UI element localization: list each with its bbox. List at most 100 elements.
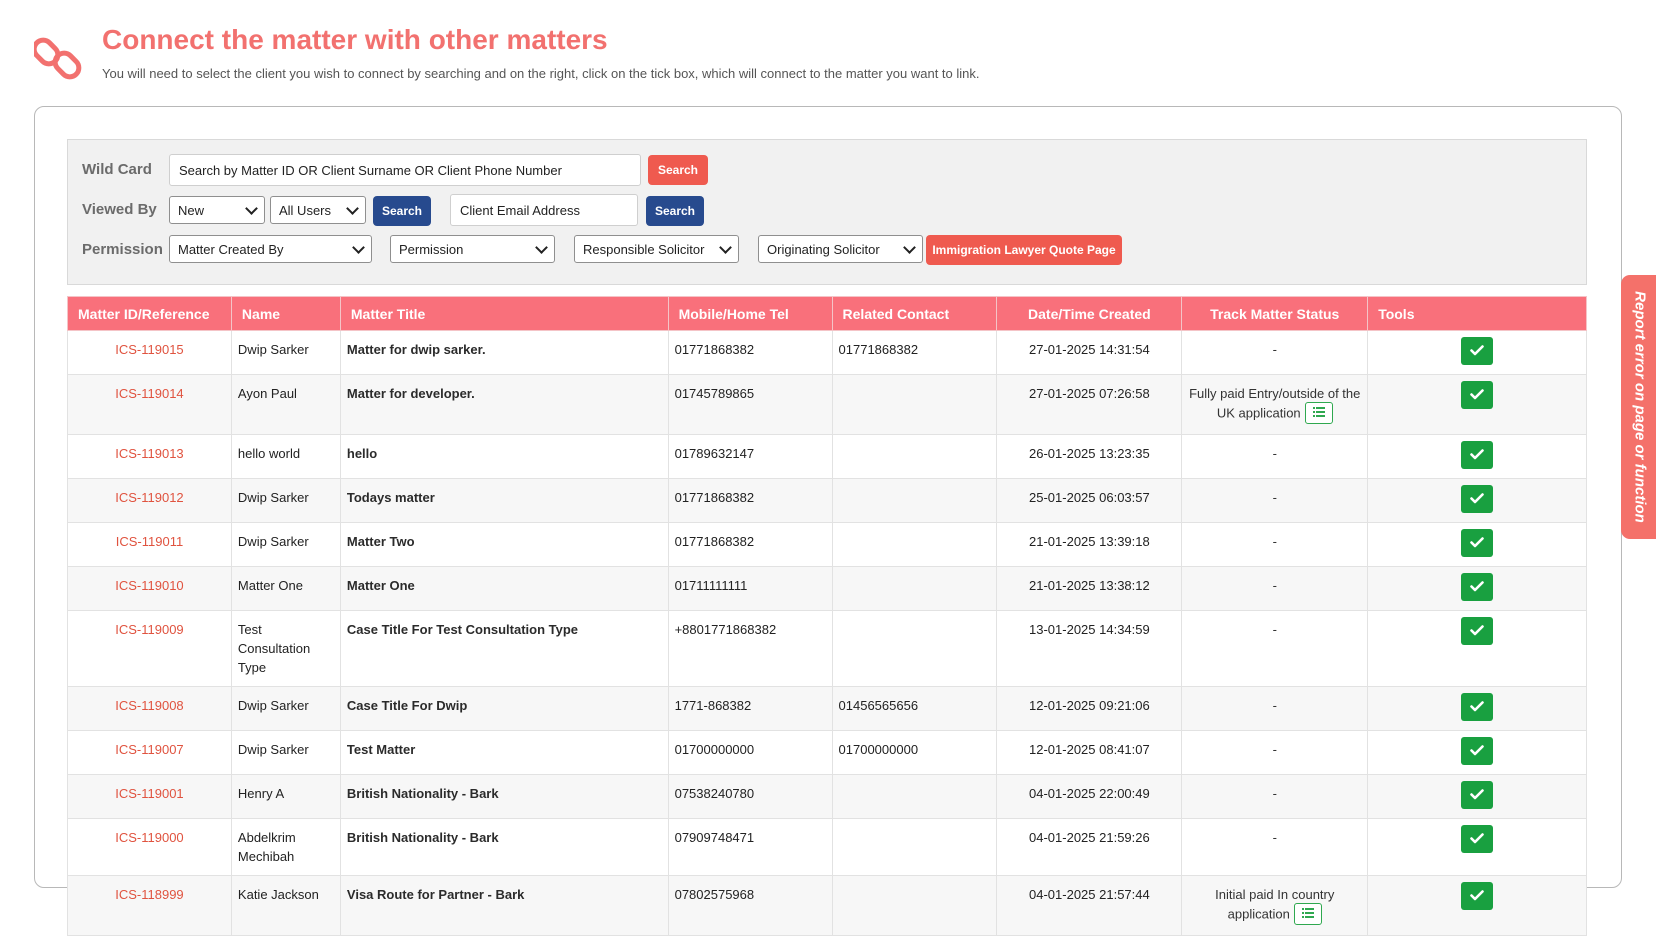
originating-solicitor-select[interactable]: Originating Solicitor [758,235,923,263]
connect-check-button[interactable] [1461,337,1494,365]
main-panel: Wild Card Search by Matter ID OR Client … [34,106,1622,936]
table-row: ICS-119001 Henry A British Nationality - B… [67,774,1587,819]
matter-status-text: - [1272,534,1277,549]
connect-check-button[interactable] [1461,617,1494,645]
connect-check-button[interactable] [1461,882,1494,910]
users-select[interactable]: All Users [270,196,366,224]
tools-cell [1367,730,1587,775]
matter-title: Todays matter [339,478,669,523]
matter-title: Matter for dwip sarker. [339,330,669,375]
viewed-by-search-button[interactable]: Search [373,196,431,226]
matter-id-link[interactable]: ICS-119014 [67,374,232,435]
mobile-tel: 07538240780 [667,774,833,819]
matter-id-link[interactable]: ICS-119011 [67,522,232,567]
matter-status: - [1181,686,1369,731]
client-name: Abdelkrim Mechibah [230,818,341,876]
matter-status-text: - [1272,446,1277,461]
matter-title: Visa Route for Partner - Bark [339,875,669,936]
mobile-tel: 01771868382 [667,522,833,567]
list-icon[interactable] [1304,402,1333,424]
col-header-tel[interactable]: Mobile/Home Tel [667,296,833,331]
mobile-tel: 01745789865 [667,374,833,435]
chevron-down-icon [245,201,258,215]
related-contact [831,818,998,876]
wildcard-search-input[interactable]: Search by Matter ID OR Client Surname OR… [169,154,641,186]
col-header-status[interactable]: Track Matter Status [1181,296,1369,331]
matter-status-text: - [1272,490,1277,505]
client-name: Dwip Sarker [230,522,341,567]
matter-id-link[interactable]: ICS-119000 [67,818,232,876]
client-email-input[interactable]: Client Email Address [450,194,638,226]
viewed-by-value: New [178,202,205,218]
matter-status-text: - [1272,622,1277,637]
connect-check-button[interactable] [1461,441,1494,469]
table-row: ICS-118999 Katie Jackson Visa Route for Pa… [67,875,1587,936]
users-value: All Users [279,202,332,218]
col-header-matter-id[interactable]: Matter ID/Reference [67,296,232,331]
matter-id-link[interactable]: ICS-119007 [67,730,232,775]
related-contact [831,610,998,687]
table-header-row: Matter ID/Reference Name Matter Title Mo… [67,296,1587,331]
date-created: 12-01-2025 09:21:06 [996,686,1183,731]
matter-id-link[interactable]: ICS-119010 [67,566,232,611]
col-header-tools: Tools [1367,296,1587,331]
connect-check-button[interactable] [1461,485,1494,513]
page-subtitle: You will need to select the client you w… [102,66,980,81]
client-name: hello world [230,434,341,479]
related-contact [831,875,998,936]
tools-cell [1367,774,1587,819]
responsible-solicitor-select[interactable]: Responsible Solicitor [574,235,739,263]
wildcard-label: Wild Card [82,161,152,178]
matter-status: Fully paid Entry/outside of the UK appli… [1181,374,1369,435]
matter-title: hello [339,434,669,479]
connect-check-button[interactable] [1461,529,1494,557]
report-error-tab[interactable]: Report error on page or function [1622,276,1656,538]
tools-cell [1367,610,1587,687]
chevron-down-icon [346,201,359,215]
connect-check-button[interactable] [1461,693,1494,721]
connect-check-button[interactable] [1461,781,1494,809]
matter-id-link[interactable]: ICS-119001 [67,774,232,819]
wildcard-search-button[interactable]: Search [648,155,708,185]
client-name: Dwip Sarker [230,478,341,523]
col-header-name[interactable]: Name [230,296,341,331]
matter-title: British Nationality - Bark [339,818,669,876]
connect-check-button[interactable] [1461,381,1494,409]
matter-id-link[interactable]: ICS-119012 [67,478,232,523]
permission-label: Permission [82,241,163,258]
client-name: Test Consultation Type [230,610,341,687]
viewed-by-select[interactable]: New [169,196,265,224]
permission-select[interactable]: Permission [390,235,555,263]
date-created: 25-01-2025 06:03:57 [996,478,1183,523]
col-header-related-contact[interactable]: Related Contact [831,296,998,331]
related-contact [831,774,998,819]
col-header-created[interactable]: Date/Time Created [996,296,1183,331]
matter-id-link[interactable]: ICS-118999 [67,875,232,936]
matter-status: - [1181,522,1369,567]
quote-page-button[interactable]: Immigration Lawyer Quote Page [926,235,1122,265]
table-row: ICS-119000 Abdelkrim Mechibah British Nati… [67,818,1587,876]
chevron-down-icon [903,240,916,254]
originating-solicitor-value: Originating Solicitor [767,241,880,257]
col-header-matter-title[interactable]: Matter Title [339,296,669,331]
connect-check-button[interactable] [1461,573,1494,601]
table-row: ICS-119007 Dwip Sarker Test Matter 01700000… [67,730,1587,775]
date-created: 21-01-2025 13:39:18 [996,522,1183,567]
mobile-tel: +8801771868382 [667,610,833,687]
tools-cell [1367,818,1587,876]
list-icon[interactable] [1293,903,1322,925]
matter-created-by-select[interactable]: Matter Created By [169,235,372,263]
client-name: Dwip Sarker [230,686,341,731]
table-row: ICS-119014 Ayon Paul Matter for developer.… [67,374,1587,435]
matter-title: Case Title For Dwip [339,686,669,731]
tools-cell [1367,875,1587,936]
matter-id-link[interactable]: ICS-119013 [67,434,232,479]
email-search-button[interactable]: Search [646,196,704,226]
matter-id-link[interactable]: ICS-119009 [67,610,232,687]
matter-id-link[interactable]: ICS-119008 [67,686,232,731]
table-row: ICS-119009 Test Consultation Type Case Tit… [67,610,1587,687]
chevron-down-icon [352,240,365,254]
matter-id-link[interactable]: ICS-119015 [67,330,232,375]
connect-check-button[interactable] [1461,825,1494,853]
connect-check-button[interactable] [1461,737,1494,765]
